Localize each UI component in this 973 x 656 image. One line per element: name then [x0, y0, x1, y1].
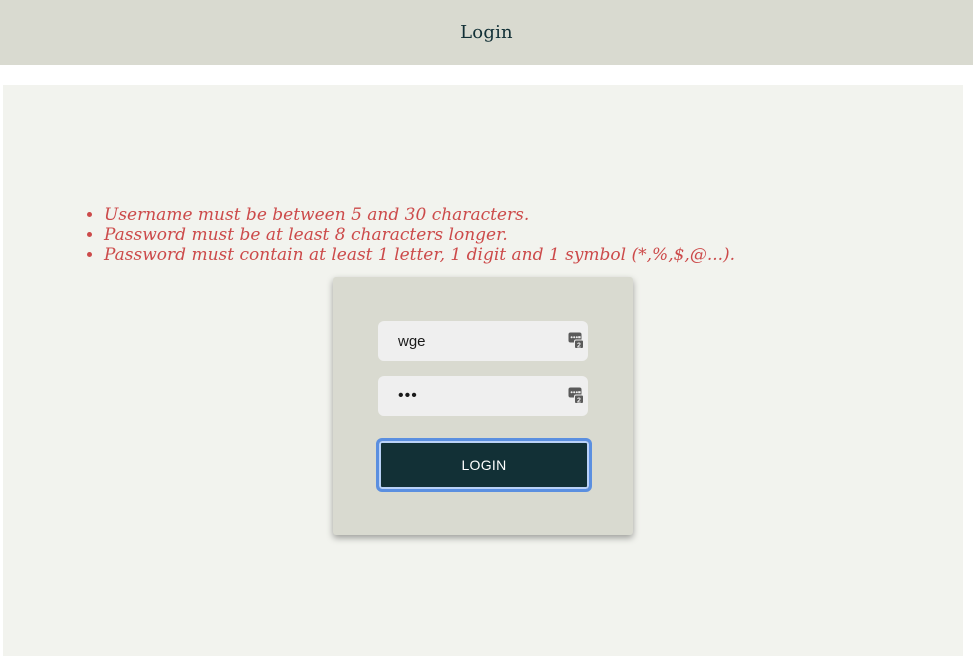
page-title: Login [460, 22, 513, 43]
password-manager-icon[interactable]: 2 [568, 387, 584, 404]
svg-text:2: 2 [577, 342, 581, 349]
password-field-container: 2 [378, 376, 588, 416]
header-bar: Login [0, 0, 973, 65]
svg-text:2: 2 [577, 397, 581, 404]
login-button-label: LOGIN [461, 457, 507, 473]
login-card: 2 2 LOGIN [333, 277, 633, 535]
password-manager-icon[interactable]: 2 [568, 332, 584, 349]
username-field-container: 2 [378, 321, 588, 361]
error-message: Password must contain at least 1 letter,… [104, 245, 735, 265]
error-message: Username must be between 5 and 30 charac… [104, 205, 735, 225]
error-list: Username must be between 5 and 30 charac… [84, 205, 735, 265]
error-message: Password must be at least 8 characters l… [104, 225, 735, 245]
username-input[interactable] [378, 321, 588, 361]
password-input[interactable] [378, 376, 588, 416]
login-button[interactable]: LOGIN [377, 439, 591, 491]
